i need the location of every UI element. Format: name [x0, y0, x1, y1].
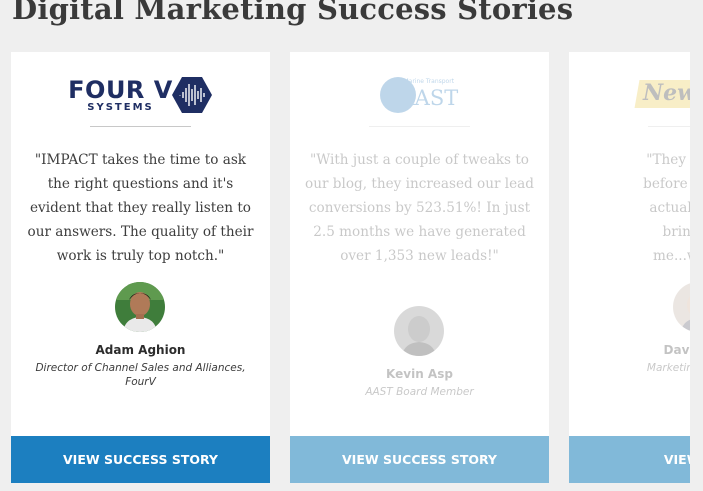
view-success-story-button[interactable]: VIEW SUCCESS STORY — [11, 436, 270, 483]
person-name: Adam Aghion — [95, 343, 186, 357]
quote-line: bringing n — [662, 224, 690, 240]
quote-line: actually sold s — [649, 200, 690, 216]
aast-logo-text: AAST — [399, 86, 459, 110]
quote-line: before we finish — [643, 176, 690, 192]
person-role: Director of Channel Sales and Alliances,… — [35, 362, 246, 388]
person-role: AAST Board Member — [365, 386, 474, 398]
avatar — [115, 282, 165, 332]
logo-divider — [90, 126, 191, 127]
avatar — [394, 306, 444, 356]
success-story-card-fourv: FOUR V SYSTEMS "IMPACT takes the time to… — [11, 52, 270, 483]
logo-divider — [648, 126, 690, 127]
testimonial-quote: "IMPACT takes the time to ask the right … — [27, 152, 254, 264]
view-success-story-button[interactable]: VIEW SUCCESS STORY — [290, 436, 549, 483]
success-story-card-aast: Marine Transport AAST "With just a coupl… — [290, 52, 549, 483]
quote-line: me...which w — [653, 248, 690, 264]
fourv-logo-text: FOUR V — [68, 75, 173, 104]
fourv-logo-subtext: SYSTEMS — [87, 101, 154, 113]
person-role: Marketing Strategis — [646, 362, 690, 374]
avatar — [673, 282, 690, 332]
person-name: David Mec — [663, 343, 690, 357]
success-story-card-news: News "They did a fan before we finish ac… — [569, 52, 690, 483]
testimonial-quote: "With just a couple of tweaks to our blo… — [305, 152, 534, 264]
person-name: Kevin Asp — [386, 367, 453, 381]
news-logo: News — [634, 76, 690, 112]
aast-logo-small-text: Marine Transport — [403, 78, 455, 85]
logo-divider — [369, 126, 470, 127]
page-title: Digital Marketing Success Stories — [12, 0, 574, 26]
quote-line: "They did a fan — [646, 152, 690, 168]
aast-logo: Marine Transport AAST — [290, 74, 549, 116]
news-logo-text: News — [643, 80, 690, 106]
testimonial-quote: "They did a fan before we finish actuall… — [583, 148, 690, 268]
view-success-story-button[interactable]: VIEW SUC — [569, 436, 690, 483]
fourv-hexagon-icon — [171, 77, 212, 113]
fourv-logo: FOUR V SYSTEMS — [11, 74, 270, 116]
